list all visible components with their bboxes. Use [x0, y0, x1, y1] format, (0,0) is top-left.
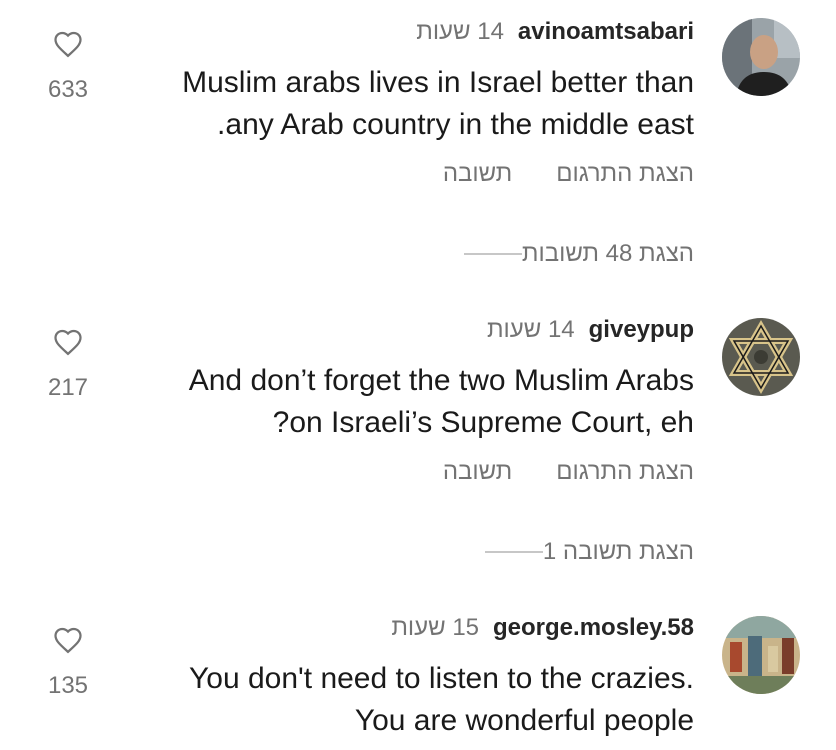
reply-button[interactable]: תשובה	[443, 458, 512, 486]
comment-line: .any Arab country in the middle east	[217, 108, 694, 141]
translate-button[interactable]: הצגת התרגום	[556, 458, 694, 486]
like-count: 135	[47, 672, 89, 699]
view-replies-label: הצגת תשובה 1	[542, 538, 694, 565]
username[interactable]: avinoamtsabari	[518, 18, 694, 46]
comment-header: george.mosley.58 15 שעות	[391, 614, 694, 642]
username[interactable]: giveypup	[589, 316, 694, 344]
avatar[interactable]	[722, 318, 800, 396]
username[interactable]: george.mosley.58	[493, 614, 694, 642]
comment-line: ?on Israeli’s Supreme Court, eh	[272, 406, 694, 439]
like-area: 217	[40, 328, 96, 402]
like-count: 217	[47, 374, 89, 401]
reply-button[interactable]: תשובה	[443, 160, 512, 188]
comment: avinoamtsabari 14 שעות Muslim arabs live…	[0, 18, 836, 288]
comment-line: You don't need to listen to the crazies.	[189, 662, 694, 695]
timestamp: 14 שעות	[416, 18, 504, 45]
comment-text: And don’t forget the two Muslim Arabs ?o…	[94, 360, 694, 444]
heart-icon[interactable]	[40, 626, 96, 654]
person-photo-icon	[722, 18, 800, 96]
view-replies-button[interactable]: הצגת תשובה 1	[465, 538, 694, 566]
comment-line: Muslim arabs lives in Israel better than	[182, 66, 694, 99]
comment-header: avinoamtsabari 14 שעות	[416, 18, 694, 46]
view-replies-label: הצגת 48 תשובות	[521, 240, 694, 267]
painting-icon	[722, 616, 800, 694]
heart-icon[interactable]	[40, 328, 96, 356]
comment-text: Muslim arabs lives in Israel better than…	[94, 62, 694, 146]
comment-header: giveypup 14 שעות	[487, 316, 694, 344]
comment: george.mosley.58 15 שעות You don't need …	[0, 614, 836, 750]
comment-line: And don’t forget the two Muslim Arabs	[188, 364, 694, 397]
replies-divider	[484, 551, 543, 553]
comment: giveypup 14 שעות And don’t forget the tw…	[0, 316, 836, 586]
heart-icon[interactable]	[40, 30, 96, 58]
replies-divider	[463, 253, 522, 255]
timestamp: 15 שעות	[391, 614, 480, 641]
comment-actions: תשובה הצגת התרגום	[443, 160, 694, 188]
like-area: 135	[40, 626, 96, 700]
translate-button[interactable]: הצגת התרגום	[556, 160, 694, 188]
like-count: 633	[47, 76, 89, 103]
comment-actions: תשובה הצגת התרגום	[443, 458, 694, 486]
avatar[interactable]	[722, 18, 800, 96]
avatar[interactable]	[722, 616, 800, 694]
star-of-david-icon	[722, 318, 800, 396]
view-replies-button[interactable]: הצגת 48 תשובות	[444, 240, 694, 268]
timestamp: 14 שעות	[486, 316, 575, 343]
comment-line: You are wonderful people	[354, 704, 694, 737]
comment-text: You don't need to listen to the crazies.…	[94, 658, 694, 742]
like-area: 633	[40, 30, 96, 104]
